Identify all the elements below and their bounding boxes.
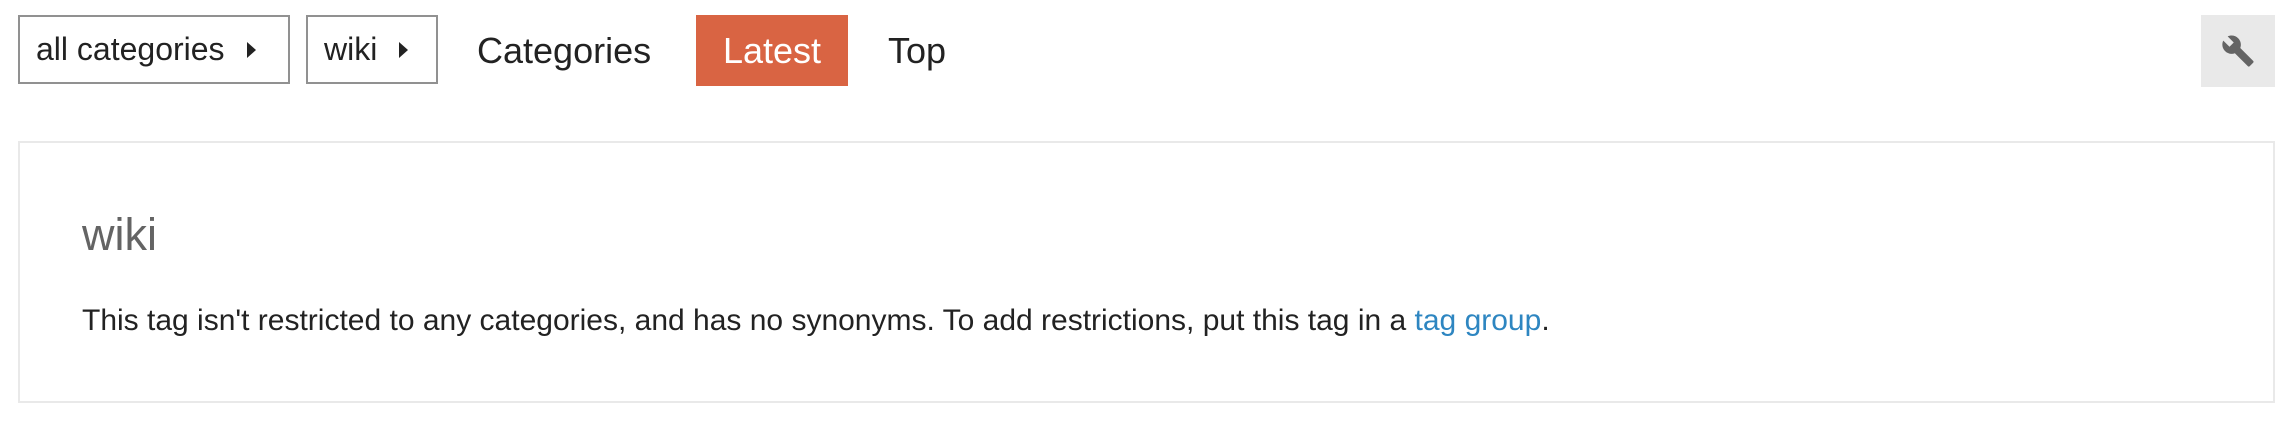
- wrench-icon: [2222, 35, 2254, 67]
- admin-tools-button[interactable]: [2201, 15, 2275, 87]
- caret-right-icon: [399, 41, 409, 58]
- tag-dropdown-label: wiki: [324, 31, 378, 67]
- tag-info-panel: wiki This tag isn't restricted to any ca…: [18, 141, 2275, 403]
- nav-tab-categories[interactable]: Categories: [477, 15, 651, 86]
- category-dropdown[interactable]: all categories: [18, 15, 290, 84]
- tag-description: This tag isn't restricted to any categor…: [82, 304, 1550, 338]
- category-dropdown-label: all categories: [36, 31, 225, 67]
- tag-title: wiki: [82, 209, 157, 260]
- navigation-bar: all categories wiki Categories Latest To…: [0, 0, 2292, 100]
- tag-dropdown[interactable]: wiki: [306, 15, 438, 84]
- nav-tab-latest[interactable]: Latest: [696, 15, 848, 86]
- tag-description-suffix: .: [1541, 304, 1550, 337]
- tag-description-text: This tag isn't restricted to any categor…: [82, 304, 1415, 337]
- nav-tab-top[interactable]: Top: [888, 15, 946, 86]
- caret-right-icon: [246, 41, 256, 58]
- tag-group-link[interactable]: tag group: [1415, 304, 1542, 337]
